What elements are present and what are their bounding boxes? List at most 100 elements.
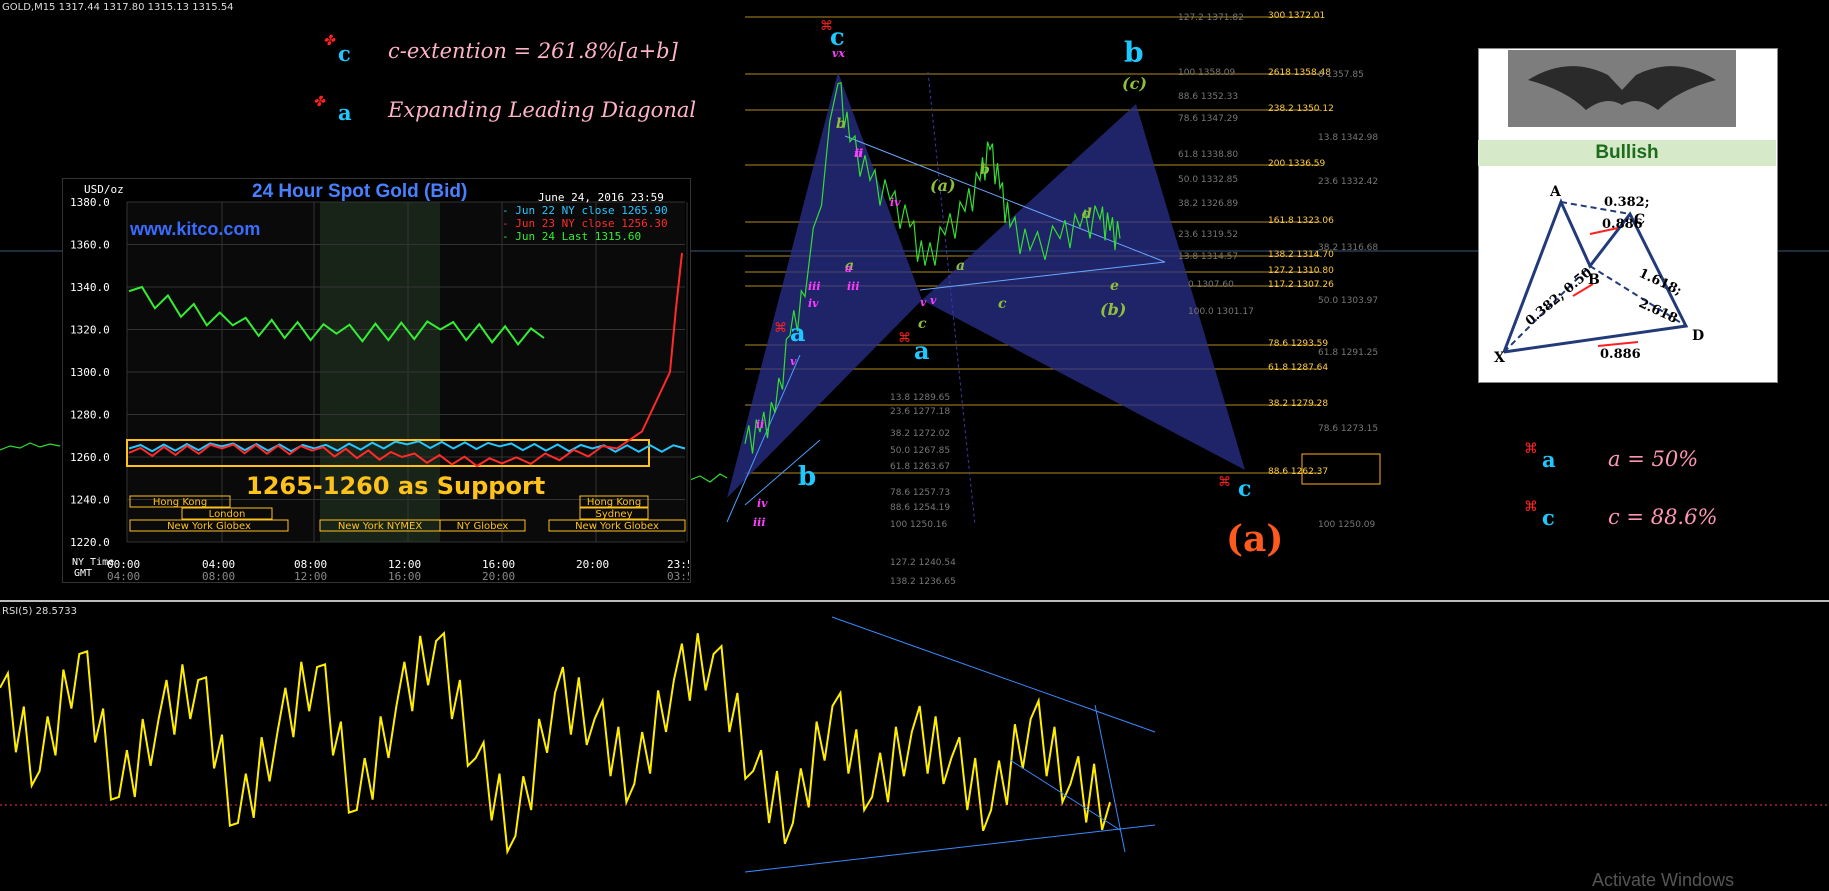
red-marker-icon: ⌘ — [898, 330, 911, 345]
support-label: 1265-1260 as Support — [246, 472, 546, 500]
fib-far-label: 38.2 1316.68 — [1318, 243, 1379, 253]
red-marker-icon: ⌘ — [820, 18, 833, 33]
bullish-label: Bullish — [1595, 142, 1659, 163]
kitco-y-tick: 1280.0 — [70, 409, 110, 422]
fib-left-label: 138.2 1236.65 — [890, 577, 956, 587]
kitco-y-tick: 1320.0 — [70, 324, 110, 337]
wave-label: iv — [890, 196, 901, 209]
fib-right-label: 127.2 1310.80 — [1268, 266, 1334, 276]
wave-label: c — [998, 296, 1007, 312]
fib-left-label: 61.8 1338.80 — [1178, 150, 1239, 160]
bat-point-label: D — [1692, 328, 1704, 344]
wave-label: ii — [756, 418, 765, 431]
wave-label: a — [790, 318, 806, 347]
fib-left-label: 100 1358.09 — [1178, 68, 1236, 78]
fib-right-label: 238.2 1350.12 — [1268, 104, 1334, 114]
fib-far-label: 13.8 1342.98 — [1318, 133, 1379, 143]
ratio-c-mark: c — [1542, 505, 1555, 530]
kitco-gmt-tick: 03:59 — [667, 570, 689, 581]
kitco-y-tick: 1220.0 — [70, 536, 110, 549]
activate-windows-watermark: Activate Windows — [1592, 870, 1735, 890]
kitco-title: 24 Hour Spot Gold (Bid) — [252, 181, 468, 202]
wave-label: d — [1082, 206, 1092, 222]
kitco-gmt-tick: 20:00 — [482, 570, 515, 581]
session-label: London — [209, 509, 246, 520]
kitco-legend: - Jun 22 NY close 1265.90 - Jun 23 NY cl… — [502, 204, 668, 243]
fib-left-label: 13.8 1314.57 — [1178, 252, 1239, 262]
fib-right-label: 117.2 1307.26 — [1268, 280, 1334, 290]
session-label: NY Globex — [457, 521, 509, 532]
legend-jun23: - Jun 23 NY close 1256.30 — [502, 217, 668, 230]
red-marker-icon: ⌘ — [1218, 474, 1231, 489]
kitco-unit: USD/oz — [84, 183, 124, 196]
fib-far-label: 100 1250.09 — [1318, 520, 1376, 530]
wave-label: (a) — [1226, 518, 1284, 560]
wave-label: (a) — [930, 176, 956, 195]
fib-left-label: 0 1307.60 — [1188, 280, 1234, 290]
fib-left-label: 13.8 1289.65 — [890, 393, 951, 403]
fib-far-label: 61.8 1291.25 — [1318, 348, 1379, 358]
fib-left-label: 23.6 1319.52 — [1178, 230, 1239, 240]
kitco-gmt-tick: 04:00 — [107, 570, 140, 581]
wave-label: a — [914, 336, 930, 365]
wave-label: b — [798, 462, 817, 492]
diagonal-note: ✤ a Expanding Leading Diagonal — [313, 94, 697, 125]
kitco-x-tick: 20:00 — [576, 558, 609, 571]
wave-label: v — [930, 294, 937, 307]
price-tail-left — [0, 442, 61, 451]
fib-right-label: 61.8 1287.64 — [1268, 363, 1329, 373]
fib-right-label: 200 1336.59 — [1268, 159, 1326, 169]
fib-right-label: 38.2 1279.28 — [1268, 399, 1329, 409]
wave-label: b — [836, 116, 846, 132]
fib-left-label: 78.6 1347.29 — [1178, 114, 1239, 124]
ratio-a-mark: a — [1542, 447, 1556, 472]
ny-time-label: NY Time — [72, 557, 115, 568]
session-label: Hong Kong — [587, 497, 641, 508]
fib-far-label: 50.0 1303.97 — [1318, 296, 1379, 306]
fib-left-label: 100 1250.16 — [890, 520, 948, 530]
fib-right-label: 300 1372.01 — [1268, 11, 1326, 21]
fib-right-label: 88.6 1262.37 — [1268, 467, 1329, 477]
fib-left-label: 88.6 1254.19 — [890, 503, 951, 513]
fib-right-label: 161.8 1323.06 — [1268, 216, 1334, 226]
kitco-site: www.kitco.com — [130, 219, 261, 239]
fib-left-label: 38.2 1326.89 — [1178, 199, 1239, 209]
kitco-y-tick: 1360.0 — [70, 239, 110, 252]
bat-icon — [1508, 50, 1736, 127]
session-label: Sydney — [595, 509, 632, 520]
wave-label: c — [918, 316, 927, 332]
session-label: New York Globex — [575, 521, 659, 532]
wave-label: iii — [808, 280, 821, 293]
ratio-c-note: ⌘ c c = 88.6% — [1524, 499, 1718, 530]
wave-label: iv — [808, 297, 819, 310]
kitco-y-tick: 1240.0 — [70, 494, 110, 507]
session-label: New York Globex — [167, 521, 251, 532]
c-mark: c — [338, 41, 351, 66]
fib-left-label: 88.6 1352.33 — [1178, 92, 1239, 102]
a-mark: a — [338, 100, 352, 125]
bat-ratio-label: 0.886 — [1600, 347, 1641, 362]
kitco-y-tick: 1380.0 — [70, 196, 110, 209]
wave-label: iii — [847, 280, 860, 293]
wave-label: b — [1124, 36, 1144, 69]
wave-label: (c) — [1122, 74, 1147, 93]
fib-left-label: 127.2 1240.54 — [890, 558, 956, 568]
fib-left-label: 38.2 1272.02 — [890, 429, 951, 439]
wave-label: (b) — [1100, 300, 1127, 319]
rsi-inner-trend — [1009, 759, 1121, 831]
wave-label: c — [1238, 476, 1252, 502]
bat-point-label: A — [1549, 184, 1562, 200]
fib-left-label: 50.0 1267.85 — [890, 446, 951, 456]
wave-label: e — [1110, 278, 1119, 294]
rsi-series — [0, 631, 1111, 856]
ratio-a-text: a = 50% — [1608, 447, 1699, 471]
red-marker-icon: ⌘ — [774, 320, 787, 335]
wave-label: v — [790, 355, 797, 368]
wave-label: iii — [753, 516, 766, 529]
wave-label: a — [956, 258, 966, 274]
kitco-gmt-tick: 12:00 — [294, 570, 327, 581]
kitco-gmt-tick: 08:00 — [202, 570, 235, 581]
wave-label: vx — [832, 47, 845, 60]
session-label: New York NYMEX — [338, 521, 423, 532]
ratio-c-text: c = 88.6% — [1608, 505, 1718, 529]
